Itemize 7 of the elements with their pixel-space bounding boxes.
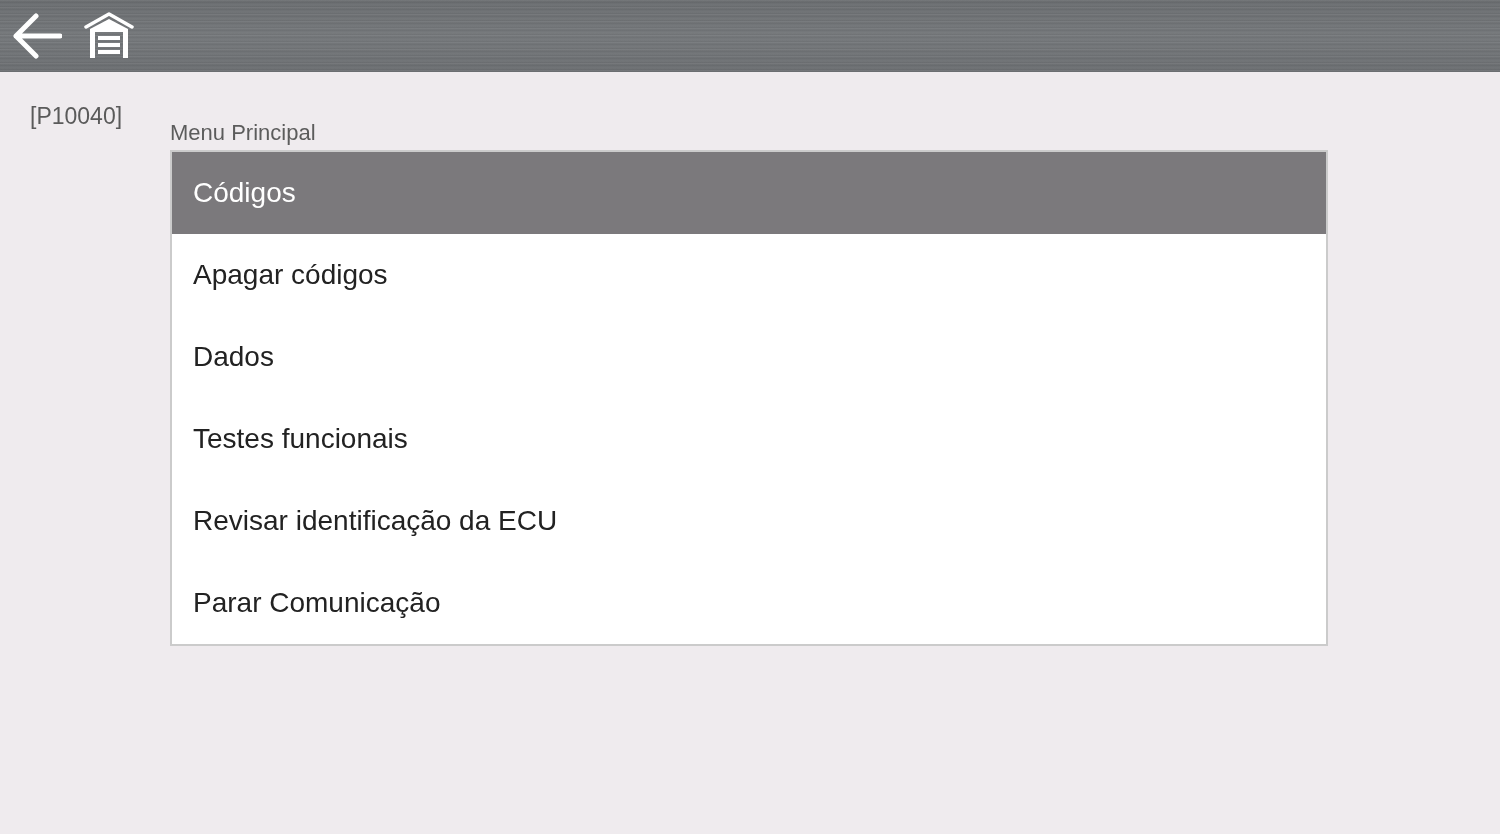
menu-item[interactable]: Códigos xyxy=(172,152,1326,234)
back-arrow-icon xyxy=(12,12,62,60)
screen-code: [P10040] xyxy=(30,102,124,131)
back-button[interactable] xyxy=(12,12,62,60)
menu-title: Menu Principal xyxy=(170,119,317,147)
garage-home-icon xyxy=(84,12,134,60)
home-button[interactable] xyxy=(84,12,134,60)
